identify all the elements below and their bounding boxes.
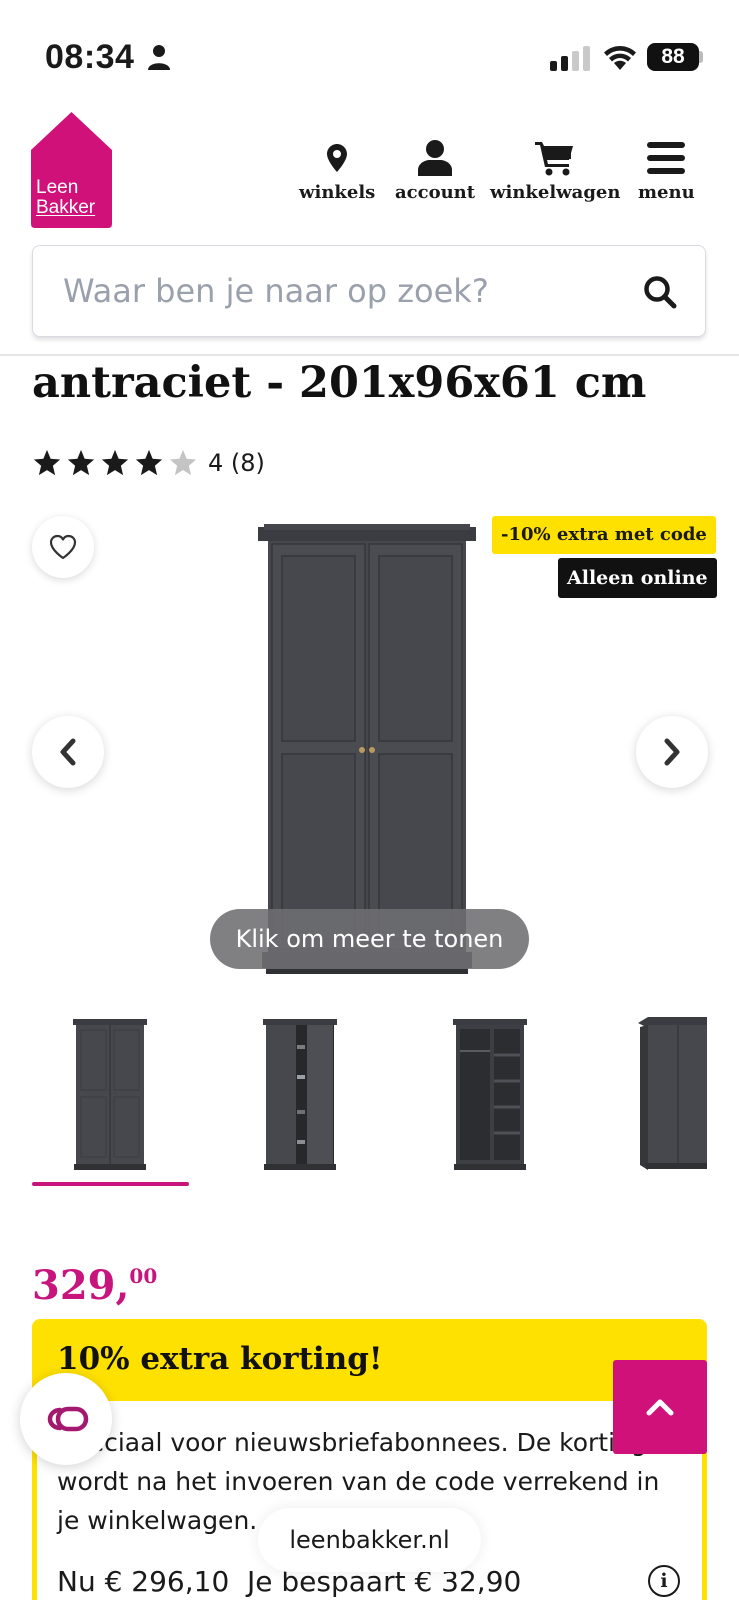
star-filled-icon	[67, 449, 95, 476]
co-logo-icon	[47, 1406, 89, 1432]
battery-tip	[699, 51, 703, 63]
cellular-signal-icon	[550, 46, 590, 71]
product-image[interactable]	[258, 524, 476, 974]
logo-text: Leen Bakker	[36, 178, 95, 218]
thumbnail-2[interactable]	[263, 1015, 337, 1170]
wifi-icon	[604, 46, 636, 70]
star-filled-icon	[33, 449, 61, 476]
logo-line2: Bakker	[36, 197, 96, 218]
nav-winkelwagen[interactable]: winkelwagen	[490, 138, 620, 203]
product-rating[interactable]: 4 (8)	[32, 448, 265, 478]
product-title: antraciet - 201x96x61 cm	[32, 358, 647, 408]
heart-icon	[49, 534, 77, 560]
star-filled-icon	[135, 449, 163, 476]
show-more-pill[interactable]: Klik om meer te tonen	[210, 909, 529, 969]
search-input[interactable]	[63, 270, 623, 312]
scroll-to-top-button[interactable]	[613, 1360, 707, 1454]
price-whole: 329,	[32, 1262, 130, 1309]
nav-label: account	[395, 182, 476, 203]
browser-url-pill[interactable]: leenbakker.nl	[258, 1508, 481, 1572]
thumbnail-selected-indicator	[32, 1182, 189, 1186]
product-price: 329,00	[32, 1262, 157, 1309]
favorite-button[interactable]	[32, 516, 94, 578]
carousel-prev-button[interactable]	[32, 716, 104, 788]
star-empty-icon	[169, 449, 197, 476]
chevron-up-icon	[646, 1399, 674, 1416]
person-icon	[148, 45, 170, 70]
status-time: 08:34	[45, 38, 135, 76]
thumbnail-4[interactable]	[638, 1015, 707, 1170]
nav-label: winkelwagen	[490, 182, 621, 203]
nav-label: menu	[638, 182, 695, 203]
hamburger-menu-icon	[647, 142, 686, 174]
promo-title: 10% extra korting!	[57, 1341, 383, 1377]
price-cents: 00	[129, 1264, 158, 1288]
online-only-badge: Alleen online	[558, 558, 717, 598]
nav-menu[interactable]: menu	[638, 138, 695, 203]
battery-indicator: 88	[647, 43, 699, 71]
star-filled-icon	[101, 449, 129, 476]
chevron-left-icon	[60, 738, 76, 766]
nav-winkels[interactable]: winkels	[299, 138, 375, 203]
carousel-next-button[interactable]	[636, 716, 708, 788]
info-icon[interactable]: i	[648, 1565, 680, 1597]
header-divider	[0, 354, 739, 356]
rating-text: 4 (8)	[208, 449, 265, 477]
chat-co-button[interactable]	[20, 1373, 112, 1465]
logo-line1: Leen	[36, 177, 79, 198]
shopping-cart-icon	[535, 142, 574, 176]
user-icon	[418, 140, 453, 176]
promo-badge: -10% extra met code	[492, 516, 716, 554]
search-bar	[32, 245, 706, 337]
nav-label: winkels	[299, 182, 376, 203]
map-pin-icon	[327, 144, 348, 172]
search-icon[interactable]	[643, 275, 677, 309]
thumbnail-1[interactable]	[73, 1015, 147, 1170]
promo-now-price: Nu € 296,10	[57, 1565, 230, 1598]
thumbnail-3[interactable]	[453, 1015, 527, 1170]
nav-account[interactable]: account	[395, 138, 475, 203]
chevron-right-icon	[664, 738, 680, 766]
